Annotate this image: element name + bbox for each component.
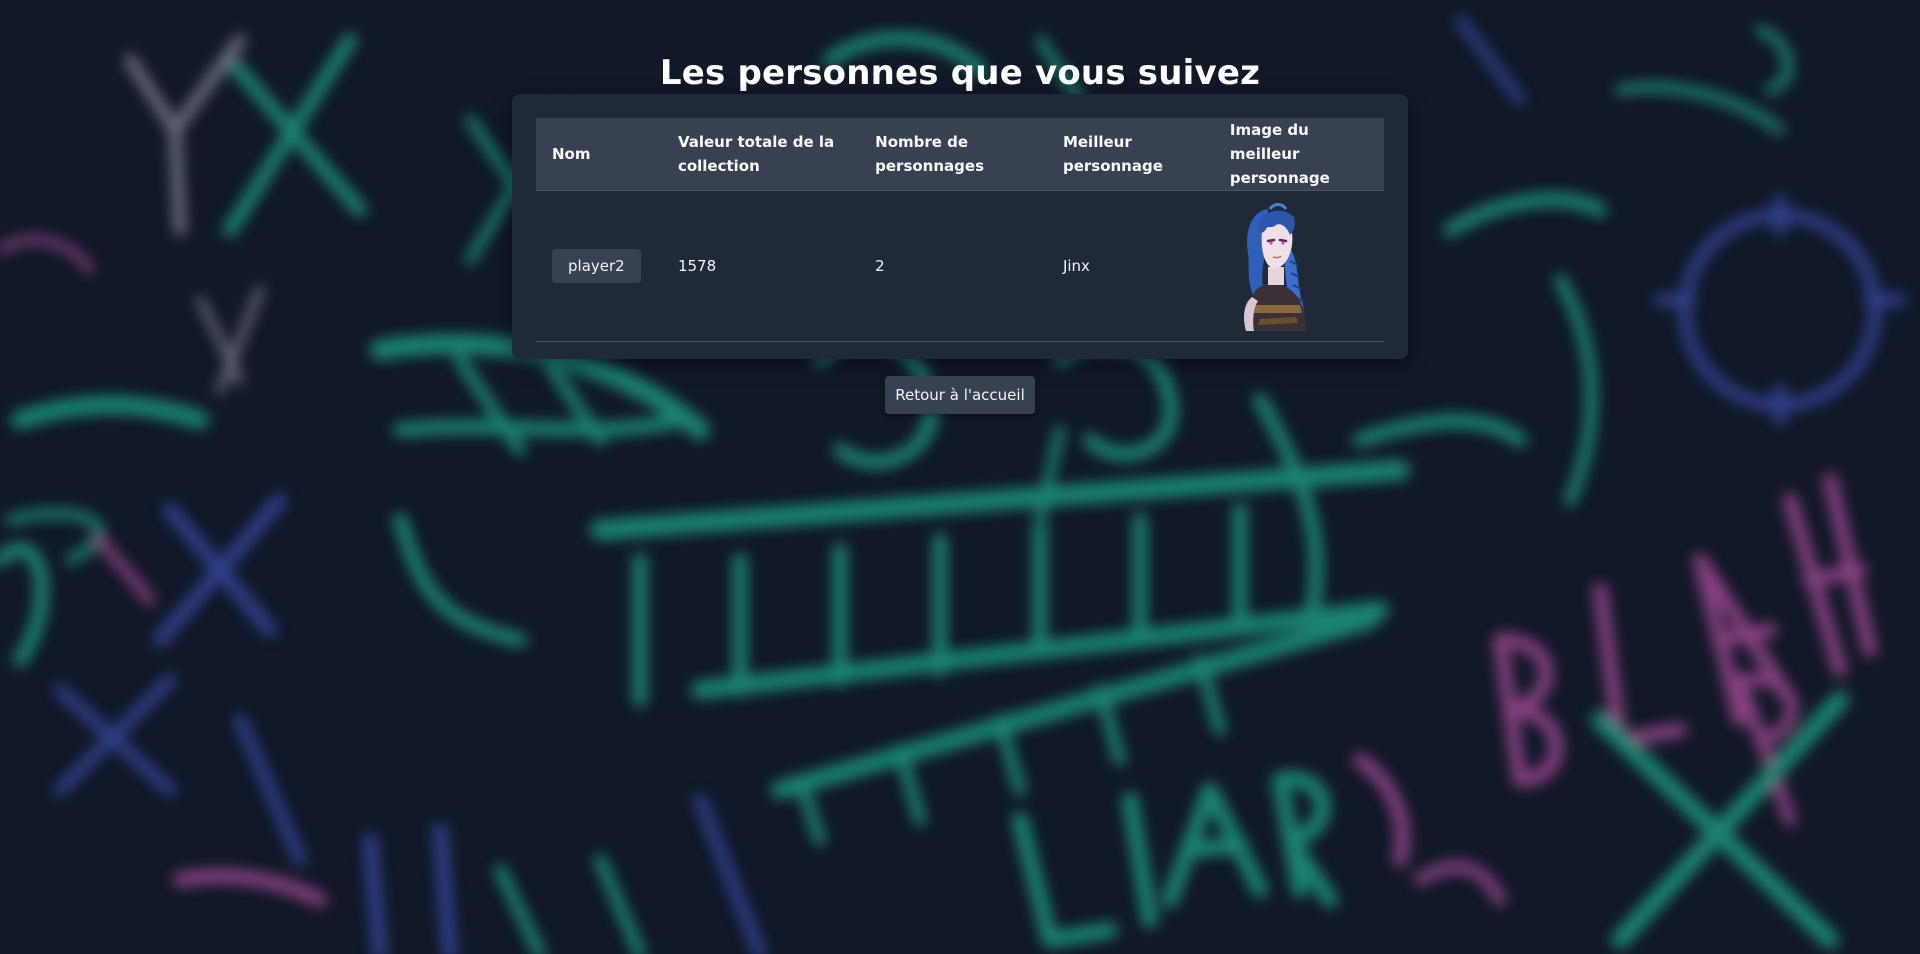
player-name-button[interactable]: player2 [552, 249, 641, 283]
header-name: Nom [536, 118, 662, 191]
header-character-count: Nombre de personnages [859, 118, 1047, 191]
table-header-row: Nom Valeur totale de la collection Nombr… [536, 118, 1384, 191]
table-row: player2 1578 2 Jinx [536, 190, 1384, 342]
following-table: Nom Valeur totale de la collection Nombr… [536, 118, 1384, 342]
page-title: Les personnes que vous suivez [659, 52, 1261, 93]
following-panel: Nom Valeur totale de la collection Nombr… [512, 94, 1408, 359]
page-content: Les personnes que vous suivez Nom Valeur… [0, 0, 1920, 954]
cell-best-character-image [1213, 190, 1384, 342]
cell-total-value: 1578 [661, 190, 860, 342]
cell-best-character: Jinx [1046, 190, 1214, 342]
header-total-value: Valeur totale de la collection [661, 118, 860, 191]
header-best-character: Meilleur personnage [1046, 118, 1214, 191]
header-best-character-image: Image du meilleur personnage [1213, 118, 1384, 191]
back-home-button[interactable]: Retour à l'accueil [885, 376, 1035, 414]
best-character-portrait [1243, 203, 1306, 331]
cell-character-count: 2 [859, 190, 1047, 342]
cell-name: player2 [536, 190, 662, 342]
